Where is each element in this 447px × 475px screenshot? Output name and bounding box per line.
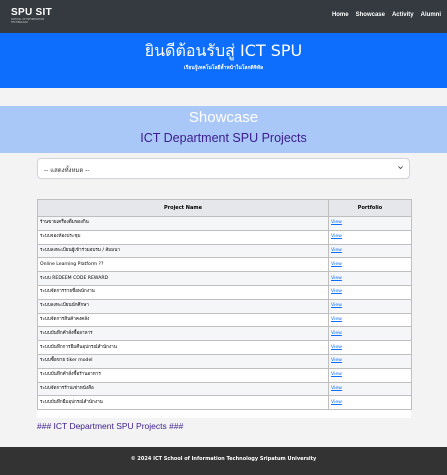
project-name: ระบบจัดการร้านเช่าหนังสือ: [37, 381, 329, 397]
projects-table: Project Name Portfolio ร้านขายเครื่องดื่…: [37, 199, 412, 418]
projects-footer-note: ### ICT Department SPU Projects ###: [37, 421, 184, 431]
project-name: ระบบจัดการสินค้าคงคลัง: [37, 312, 329, 328]
table-row: ระบบ REDEEM CODE REWARD View: [37, 271, 412, 286]
view-link[interactable]: View: [331, 303, 342, 308]
view-link[interactable]: View: [331, 358, 342, 363]
view-link[interactable]: View: [331, 400, 342, 405]
table-row: ระบบจัดการสินค้าคงคลัง View: [37, 312, 412, 328]
navbar: SPU SIT SCHOOL OF INFORMATION TECHNOLOGY…: [0, 0, 447, 33]
project-name: ระบบจัดการรายชื่อพนักงาน: [37, 284, 329, 300]
view-link[interactable]: View: [331, 386, 342, 391]
view-link[interactable]: View: [331, 289, 342, 294]
view-link[interactable]: View: [331, 220, 342, 225]
showcase-title: Showcase: [188, 109, 259, 126]
header-project-name: Project Name: [37, 199, 329, 217]
portfolio-cell: View: [328, 353, 412, 369]
hero-subtitle: เรียนรู้เทคโนโลยีล้ำหน้าในโลกดิจิทัล: [183, 65, 264, 71]
portfolio-cell: View: [328, 243, 412, 259]
table-row: ร้านขายเครื่องดื่มของกิน View: [37, 216, 412, 231]
portfolio-cell: View: [328, 298, 412, 314]
portfolio-cell: View: [328, 271, 412, 286]
showcase-subtitle: ICT Department SPU Projects: [140, 131, 307, 145]
table-row: Online Learning Platform ?? View: [37, 257, 412, 273]
table-row: ระบบลงทะเบียนนักศึกษา View: [37, 298, 412, 314]
portfolio-cell: View: [328, 367, 412, 383]
project-name: ระบบซื้อขาย tiker model: [37, 353, 329, 369]
hero-title: ยินดีต้อนรับสู่ ICT SPU: [144, 41, 303, 60]
category-filter-select[interactable]: -- แสดงทั้งหมด --: [37, 158, 410, 179]
table-header-row: Project Name Portfolio: [37, 199, 412, 217]
portfolio-cell: View: [328, 284, 412, 300]
showcase-banner: Showcase ICT Department SPU Projects: [0, 106, 447, 153]
table-row: ระบบซื้อขาย tiker model View: [37, 353, 412, 369]
view-link[interactable]: View: [331, 248, 342, 253]
project-name: ระบบบันทึกคำสั่งซื้ออาหาร: [37, 326, 329, 342]
view-link[interactable]: View: [331, 262, 342, 267]
copyright-text: © 2024 ICT School of Information Technol…: [130, 456, 317, 462]
project-name: ระบบลงทะเบียนนักศึกษา: [37, 298, 329, 314]
nav-alumni[interactable]: Alumni: [421, 12, 441, 18]
view-link[interactable]: View: [331, 331, 342, 336]
nav-links: Home Showcase Activity Alumni: [332, 12, 441, 18]
portfolio-cell: View: [328, 381, 412, 397]
logo-sub-text: SCHOOL OF INFORMATION TECHNOLOGY: [11, 18, 45, 24]
header-portfolio: Portfolio: [328, 199, 412, 217]
logo-main-text: SPU SIT: [11, 7, 52, 18]
project-name: ระบบบันทึกการยืมคืนอุปกรณ์สำนักงาน: [37, 340, 329, 355]
table-row: ระบบบันทึกยืมอุปกรณ์สำนักงาน View: [37, 395, 412, 411]
table-row: ระบบบันทึกคำสั่งซื้อร้านอาหาร View: [37, 367, 412, 383]
portfolio-cell: View: [328, 312, 412, 328]
project-name: ระบบจองห้องประชุม: [37, 229, 329, 245]
view-link[interactable]: View: [331, 345, 342, 350]
project-name: ระบบลงทะเบียนผู้เข้าร่วมอบรม / สัมมนา: [37, 243, 329, 259]
table-row: ระบบจัดการรายชื่อพนักงาน View: [37, 284, 412, 300]
page-footer: © 2024 ICT School of Information Technol…: [0, 447, 447, 475]
portfolio-cell: View: [328, 229, 412, 245]
view-link[interactable]: View: [331, 276, 342, 281]
table-row: ระบบบันทึกการยืมคืนอุปกรณ์สำนักงาน View: [37, 340, 412, 355]
view-link[interactable]: View: [331, 317, 342, 322]
project-name: Online Learning Platform ??: [37, 257, 329, 273]
chevron-down-icon: [398, 166, 403, 170]
logo[interactable]: SPU SIT SCHOOL OF INFORMATION TECHNOLOGY: [11, 7, 71, 25]
hero-banner: ยินดีต้อนรับสู่ ICT SPU เรียนรู้เทคโนโลย…: [0, 33, 447, 88]
filter-selected-value: -- แสดงทั้งหมด --: [44, 167, 90, 174]
nav-activity[interactable]: Activity: [392, 12, 414, 18]
project-name: ระบบบันทึกคำสั่งซื้อร้านอาหาร: [37, 367, 329, 383]
portfolio-cell: View: [328, 216, 412, 231]
view-link[interactable]: View: [331, 234, 342, 239]
nav-showcase[interactable]: Showcase: [356, 12, 385, 18]
project-name: ร้านขายเครื่องดื่มของกิน: [37, 216, 329, 231]
table-row: ระบบจัดการร้านเช่าหนังสือ View: [37, 381, 412, 397]
portfolio-cell: View: [328, 395, 412, 411]
nav-home[interactable]: Home: [332, 12, 349, 18]
project-name: ระบบบันทึกยืมอุปกรณ์สำนักงาน: [37, 395, 329, 411]
table-row: ระบบจองห้องประชุม View: [37, 229, 412, 245]
portfolio-cell: View: [328, 257, 412, 273]
project-name: ระบบ REDEEM CODE REWARD: [37, 271, 329, 286]
table-row: ระบบบันทึกคำสั่งซื้ออาหาร View: [37, 326, 412, 342]
view-link[interactable]: View: [331, 372, 342, 377]
portfolio-cell: View: [328, 340, 412, 355]
table-row: ระบบลงทะเบียนผู้เข้าร่วมอบรม / สัมมนา Vie…: [37, 243, 412, 259]
portfolio-cell: View: [328, 326, 412, 342]
